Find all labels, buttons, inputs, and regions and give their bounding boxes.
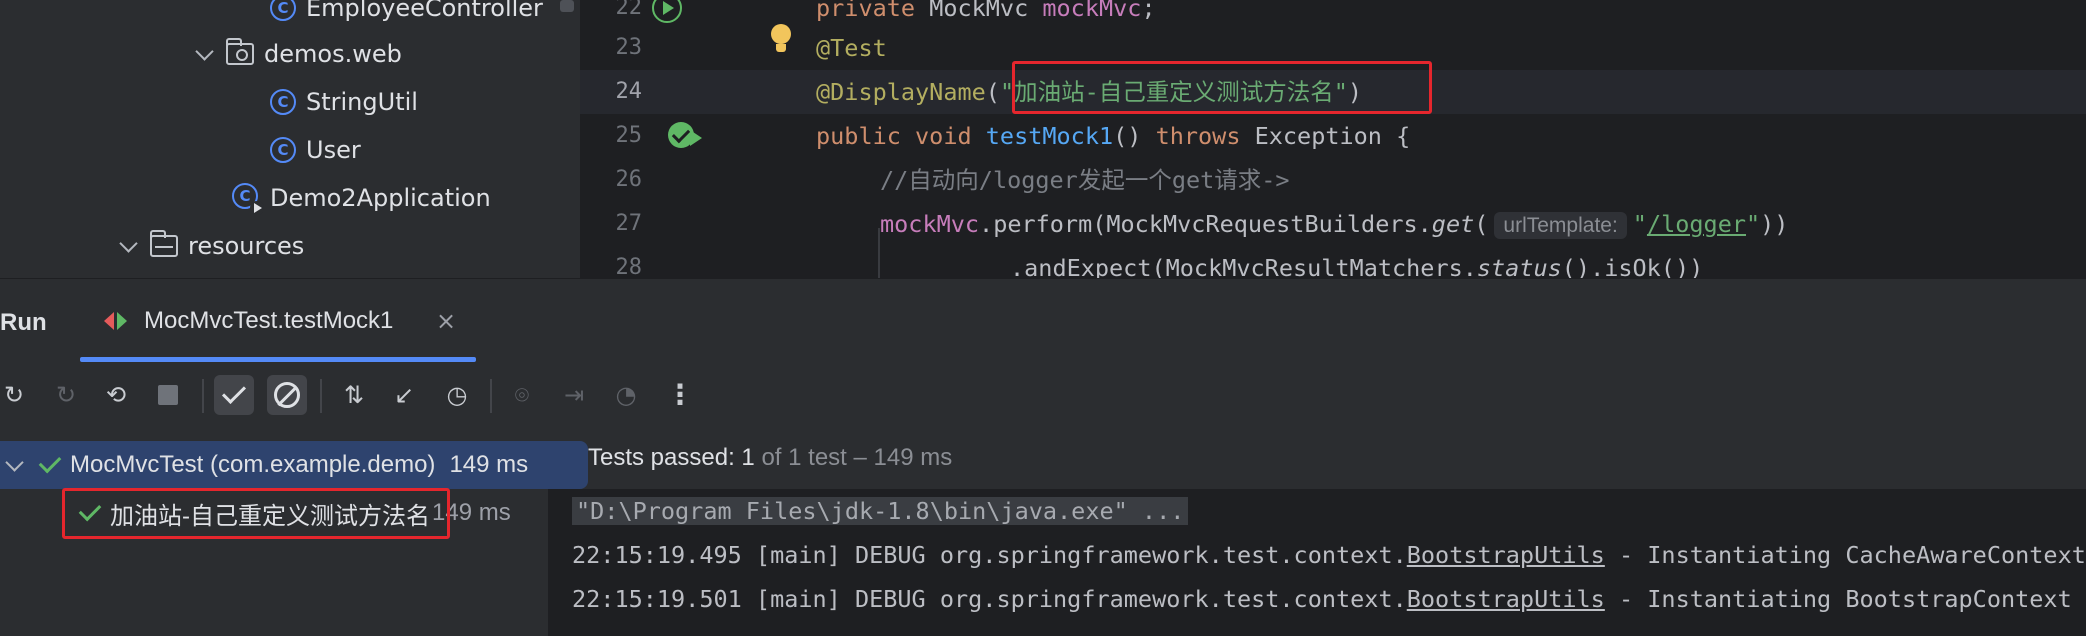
rerun-failed-icon[interactable]: ↻ [46,375,86,415]
tree-scrollbar[interactable] [560,0,574,12]
rerun-icon[interactable]: ↻ [0,375,34,415]
test-suite-label: MocMvcTest (com.example.demo) [70,451,436,478]
line-number: 26 [615,167,643,192]
summary-count: 1 [741,444,755,471]
stop-button[interactable] [148,375,188,415]
toolbar-separator [202,379,204,413]
toggle-auto-test-icon[interactable]: ⟲ [96,375,136,415]
code-text: @Test [816,34,887,62]
test-suite-duration: 149 ms [449,451,529,478]
code-line-27: 27 mockMvc.perform(MockMvcRequestBuilder… [580,202,2086,246]
code-editor[interactable]: 22 private MockMvc mockMvc; 23 @Test 24 … [580,0,2086,278]
ban-icon [274,382,300,408]
tree-item-demo2-application[interactable]: C Demo2Application [232,174,491,222]
package-icon [226,38,254,65]
check-icon [221,379,247,405]
toolbar-separator [490,379,492,413]
line-number: 27 [615,211,643,236]
class-link[interactable]: BootstrapUtils [1407,585,1605,613]
tree-item-employee-controller[interactable]: C EmployeeController [270,0,543,32]
code-text: mockMvc.perform(MockMvcRequestBuilders.g… [880,210,1789,239]
class-icon: C [270,89,296,115]
test-suite-row[interactable]: MocMvcTest (com.example.demo) 149 ms [4,441,528,489]
code-line-26: 26 //自动向/logger发起一个get请求-> [580,158,2086,202]
close-tab-icon[interactable]: × [436,307,456,335]
chevron-down-icon[interactable] [194,43,216,65]
tree-item-label: User [306,136,361,164]
code-line-25: 25 public void testMock1() throws Except… [580,114,2086,158]
tree-item-string-util[interactable]: C StringUtil [270,78,418,126]
more-options-icon[interactable]: ⋮ [660,375,700,415]
project-tree: C EmployeeController demos.web C StringU… [0,0,580,278]
collapse-all-icon[interactable]: ↙ [384,375,424,415]
show-ignored-toggle[interactable] [267,375,307,415]
chevron-down-icon[interactable] [118,235,140,257]
tree-item-user[interactable]: C User [270,126,361,174]
tree-item-demos-web[interactable]: demos.web [194,30,402,78]
show-passed-toggle[interactable] [214,375,254,415]
tree-item-label: resources [188,232,305,260]
tree-item-label: EmployeeController [306,0,543,22]
line-number: 24 [615,79,643,104]
test-summary: Tests passed: 1 of 1 test – 149 ms [588,444,952,472]
tree-item-label: demos.web [264,40,402,68]
code-text: public void testMock1() throws Exception… [816,122,1411,150]
console-log-line: 22:15:19.501 [main] DEBUG org.springfram… [572,585,2072,613]
code-line-28: 28 .andExpect(MockMvcResultMatchers.stat… [580,246,2086,278]
code-text: .andExpect(MockMvcResultMatchers.status(… [1010,254,1704,278]
console-log-line: 22:15:19.495 [main] DEBUG org.springfram… [572,541,2086,569]
line-number: 25 [615,123,643,148]
class-icon: C [270,0,296,21]
run-tool-window: Run MocMvcTest.testMock1 × ↻ ↻ ⟲ ⇅ ↙ ◷ ⌾… [0,278,2086,636]
tree-item-label: Demo2Application [270,184,491,212]
sort-alphabetically-icon[interactable]: ⇅ [334,375,374,415]
sort-by-duration-icon[interactable]: ◷ [437,375,477,415]
resources-folder-icon [150,230,178,257]
tree-item-resources[interactable]: resources [118,222,304,270]
class-link[interactable]: BootstrapUtils [1407,541,1605,569]
console-output[interactable]: "D:\Program Files\jdk-1.8\bin\java.exe" … [548,489,2086,636]
passed-check-icon [38,450,62,474]
test-run-icon [104,310,130,332]
parameter-hint: urlTemplate: [1494,212,1627,239]
console-command-line: "D:\Program Files\jdk-1.8\bin\java.exe" … [572,491,1189,531]
run-panel-title: Run [0,309,47,336]
summary-suffix: of 1 test – 149 ms [754,444,953,471]
tab-label: MocMvcTest.testMock1 [144,307,394,334]
import-tests-icon[interactable]: ⇥ [554,375,594,415]
line-number: 23 [615,35,643,60]
line-number: 28 [615,255,643,278]
highlight-box-test-case [62,488,450,539]
application-icon: C [232,183,264,215]
tree-item-label: StringUtil [306,88,418,116]
coverage-gauge-icon[interactable]: ◔ [606,375,646,415]
active-tab-indicator [80,357,476,362]
lightbulb-icon[interactable] [769,24,793,54]
toolbar-separator [320,379,322,413]
camera-icon[interactable]: ⌾ [502,375,542,415]
code-text: //自动向/logger发起一个get请求-> [880,166,1290,194]
tab-mocmvctest-testmock1[interactable]: MocMvcTest.testMock1 [104,301,393,341]
class-icon: C [270,137,296,163]
chevron-down-icon[interactable] [4,454,26,476]
run-icon [690,130,702,146]
summary-prefix: Tests passed: [588,444,742,471]
run-test-gutter-icon[interactable] [652,0,682,23]
highlight-box-displayname [1012,61,1432,114]
